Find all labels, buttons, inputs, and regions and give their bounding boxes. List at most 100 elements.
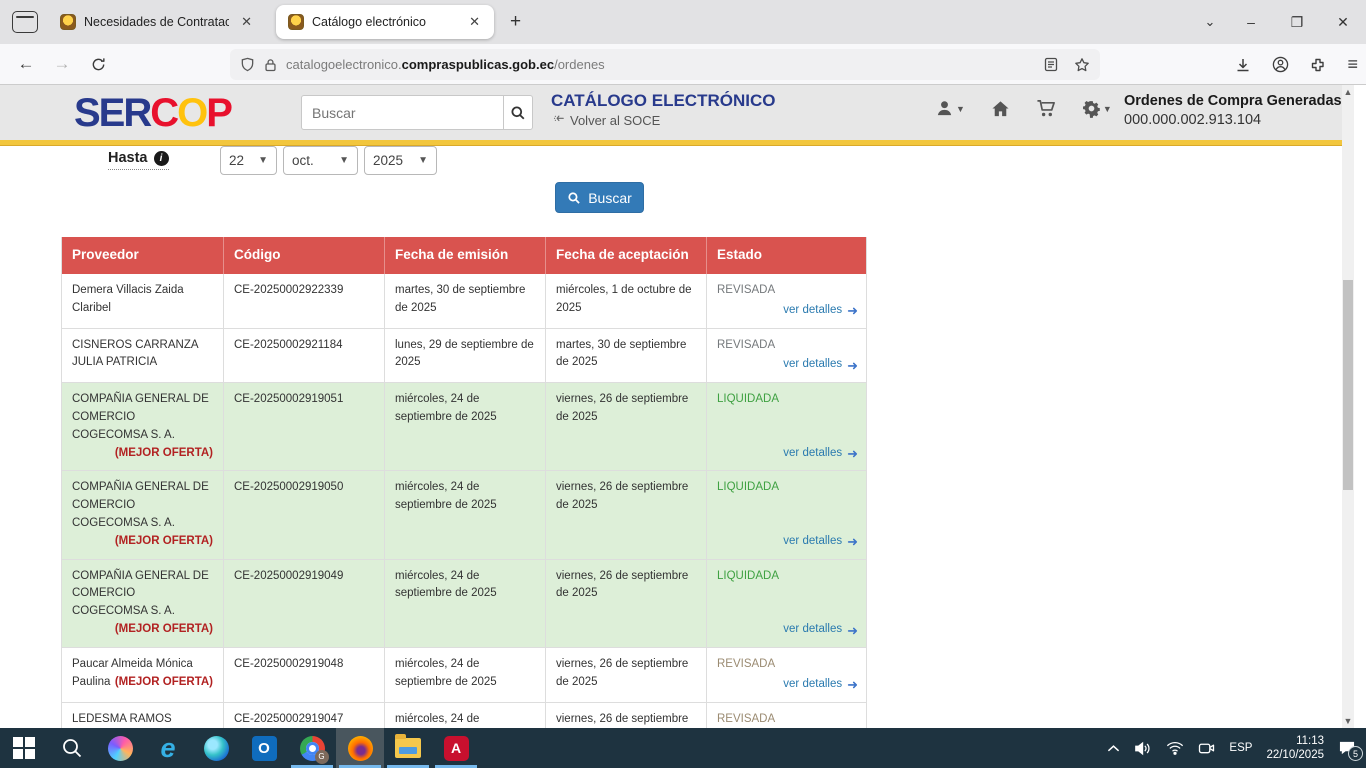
- scroll-up-icon[interactable]: ▲: [1342, 85, 1354, 99]
- estado-badge: LIQUIDADA: [717, 391, 858, 409]
- col-header: Código: [224, 237, 385, 274]
- taskbar-search-button[interactable]: [48, 728, 96, 768]
- search-icon: [60, 736, 84, 760]
- home-icon[interactable]: [991, 100, 1010, 118]
- action-center-button[interactable]: 5: [1338, 740, 1356, 756]
- browser-toolbar: ← → catalogoelectronico.compraspublicas.…: [0, 44, 1366, 85]
- scrollbar-thumb[interactable]: [1343, 280, 1353, 490]
- tab-title: Catálogo electrónico: [312, 15, 457, 29]
- close-button[interactable]: ✕: [1320, 0, 1366, 44]
- settings-gear-icon[interactable]: ▼: [1082, 99, 1112, 118]
- taskbar-firefox-button[interactable]: [336, 728, 384, 768]
- fecha-emision-cell: miércoles, 24 de septiembre de 2025: [385, 560, 546, 647]
- volume-icon[interactable]: [1134, 741, 1152, 756]
- edge-icon: [204, 736, 229, 761]
- taskbar-acrobat-button[interactable]: A: [432, 728, 480, 768]
- hasta-label: Hasta i: [108, 150, 169, 170]
- codigo-cell: CE-20250002919049: [224, 560, 385, 647]
- minimize-button[interactable]: –: [1228, 0, 1274, 44]
- taskbar-edge-button[interactable]: [192, 728, 240, 768]
- fecha-emision-cell: miércoles, 24 de septiembre de 2025: [385, 383, 546, 470]
- estado-cell: LIQUIDADA ver detalles➜: [707, 560, 868, 647]
- ver-detalles-link[interactable]: ver detalles➜: [783, 356, 858, 374]
- account-icon[interactable]: [1272, 56, 1289, 73]
- tab-close-icon[interactable]: ✕: [237, 13, 256, 31]
- ver-detalles-link[interactable]: ver detalles➜: [783, 445, 858, 463]
- codigo-cell: CE-20250002922339: [224, 274, 385, 328]
- tray-chevron-up-icon[interactable]: [1107, 744, 1120, 753]
- new-tab-button[interactable]: +: [504, 11, 527, 33]
- extensions-icon[interactable]: [1310, 57, 1326, 73]
- file-explorer-icon: [395, 738, 421, 758]
- arrow-right-icon: ➜: [847, 535, 858, 548]
- url-bar[interactable]: catalogoelectronico.compraspublicas.gob.…: [230, 49, 1100, 80]
- tab-close-icon[interactable]: ✕: [465, 13, 484, 31]
- tab-necesidades[interactable]: Necesidades de Contratación y ✕: [48, 5, 266, 39]
- volver-al-soce-link[interactable]: Volver al SOCE: [551, 113, 660, 128]
- wifi-icon[interactable]: [1166, 741, 1184, 755]
- windows-taskbar: e O G A ESP 11:13 22/10/2025: [0, 728, 1366, 768]
- header-search: [301, 95, 533, 130]
- proveedor-cell: Paucar Almeida Mónica Paulina (MEJOR OFE…: [62, 648, 224, 702]
- url-text: catalogoelectronico.compraspublicas.gob.…: [286, 57, 1036, 72]
- taskbar-copilot-button[interactable]: [96, 728, 144, 768]
- user-menu-icon[interactable]: ▼: [935, 99, 965, 118]
- restore-button[interactable]: ❐: [1274, 0, 1320, 44]
- fecha-aceptacion-cell: viernes, 26 de septiembre de 2025: [546, 648, 707, 702]
- language-indicator[interactable]: ESP: [1229, 742, 1252, 754]
- bookmark-star-icon[interactable]: [1074, 57, 1090, 73]
- shield-icon[interactable]: [240, 57, 255, 72]
- start-button[interactable]: [0, 728, 48, 768]
- day-select[interactable]: 22▼: [220, 146, 277, 175]
- firefox-view-icon[interactable]: [12, 11, 38, 33]
- tab-list-chevron-icon[interactable]: ⌄: [1192, 14, 1228, 30]
- acrobat-icon: A: [444, 736, 469, 761]
- sercop-logo[interactable]: SERCOP: [74, 89, 231, 137]
- taskbar-file-explorer-button[interactable]: [384, 728, 432, 768]
- fecha-aceptacion-cell: viernes, 26 de septiembre de 2025: [546, 471, 707, 558]
- estado-cell: LIQUIDADA ver detalles➜: [707, 471, 868, 558]
- header-search-input[interactable]: [302, 96, 503, 129]
- page-scrollbar[interactable]: ▲ ▼: [1342, 85, 1354, 728]
- fecha-aceptacion-cell: viernes, 26 de septiembre de 2025: [546, 703, 707, 728]
- downloads-icon[interactable]: [1235, 57, 1251, 73]
- table-row: Paucar Almeida Mónica Paulina (MEJOR OFE…: [62, 648, 866, 703]
- scroll-down-icon[interactable]: ▼: [1342, 714, 1354, 728]
- menu-hamburger-icon[interactable]: ≡: [1347, 54, 1358, 75]
- hand-pointer-icon: [551, 114, 565, 127]
- reader-mode-icon[interactable]: [1044, 57, 1058, 72]
- orders-summary: Ordenes de Compra Generadas 000.000.002.…: [1124, 90, 1346, 128]
- system-tray: ESP 11:13 22/10/2025 5: [1107, 728, 1366, 768]
- taskbar-internet-explorer-button[interactable]: e: [144, 728, 192, 768]
- codigo-cell: CE-20250002919051: [224, 383, 385, 470]
- year-select[interactable]: 2025▼: [364, 146, 437, 175]
- chrome-icon: G: [300, 736, 325, 761]
- arrow-right-icon: ➜: [847, 304, 858, 317]
- proveedor-cell: COMPAÑIA GENERAL DE COMERCIO COGECOMSA S…: [62, 560, 224, 647]
- cart-icon[interactable]: [1036, 99, 1056, 118]
- clock[interactable]: 11:13 22/10/2025: [1266, 734, 1324, 762]
- site-header: SERCOP CATÁLOGO ELECTRÓNICO Volver al SO…: [0, 85, 1354, 140]
- orders-number: 000.000.002.913.104: [1124, 112, 1346, 128]
- browser-tab-bar: Necesidades de Contratación y ✕ Catálogo…: [0, 0, 1366, 44]
- back-icon[interactable]: ←: [10, 49, 42, 79]
- col-header: Proveedor: [62, 237, 224, 274]
- fecha-aceptacion-cell: viernes, 26 de septiembre de 2025: [546, 560, 707, 647]
- ver-detalles-link[interactable]: ver detalles➜: [783, 302, 858, 320]
- ver-detalles-link[interactable]: ver detalles➜: [783, 533, 858, 551]
- taskbar-chrome-button[interactable]: G: [288, 728, 336, 768]
- ecuador-favicon: [288, 14, 304, 30]
- reload-icon[interactable]: [82, 49, 114, 79]
- header-search-button[interactable]: [503, 96, 532, 129]
- info-icon[interactable]: i: [154, 151, 169, 166]
- taskbar-outlook-button[interactable]: O: [240, 728, 288, 768]
- ver-detalles-link[interactable]: ver detalles➜: [783, 676, 858, 694]
- meet-now-camera-icon[interactable]: [1198, 741, 1215, 755]
- estado-cell: REVISADA ver detalles➜: [707, 703, 868, 728]
- month-select[interactable]: oct.▼: [283, 146, 358, 175]
- lock-icon[interactable]: [264, 58, 277, 72]
- buscar-button[interactable]: Buscar: [555, 182, 644, 213]
- fecha-aceptacion-cell: miércoles, 1 de octubre de 2025: [546, 274, 707, 328]
- ver-detalles-link[interactable]: ver detalles➜: [783, 621, 858, 639]
- tab-catalogo[interactable]: Catálogo electrónico ✕: [276, 5, 494, 39]
